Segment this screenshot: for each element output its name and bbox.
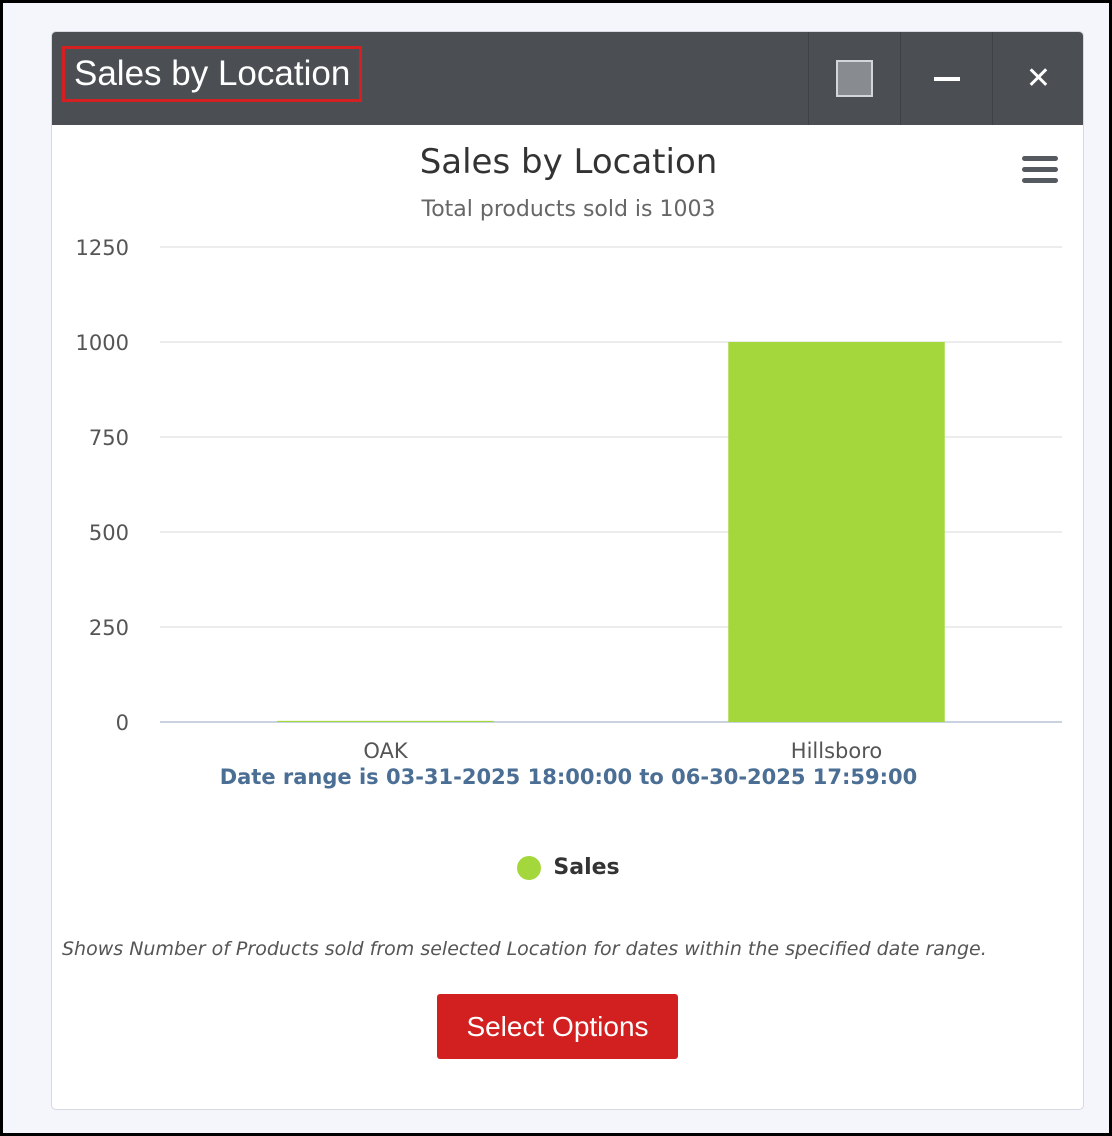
sales-widget-panel: Sales by Location ✕ Sales by Location To… — [51, 31, 1084, 1110]
date-range-caption: Date range is 03-31-2025 18:00:00 to 06-… — [219, 765, 918, 789]
close-button[interactable]: ✕ — [992, 32, 1083, 125]
bar-chart: 0 250 500 750 1000 1250 OAK Hillsboro — [76, 236, 1062, 763]
legend-label: Sales — [553, 855, 620, 880]
y-tick-label: 1000 — [76, 331, 129, 355]
x-tick-label: OAK — [363, 739, 409, 763]
chart-legend[interactable]: Sales — [52, 855, 1083, 880]
bar-hillsboro[interactable] — [728, 342, 945, 722]
y-tick-label: 0 — [116, 711, 129, 735]
x-tick-label: Hillsboro — [791, 739, 882, 763]
close-icon: ✕ — [1025, 60, 1052, 96]
panel-titlebar: Sales by Location ✕ — [52, 32, 1083, 125]
y-tick-label: 500 — [89, 521, 129, 545]
y-tick-label: 250 — [89, 616, 129, 640]
select-options-button[interactable]: Select Options — [437, 994, 678, 1059]
minimize-icon — [933, 76, 960, 81]
maximize-button[interactable] — [808, 32, 900, 125]
chart-description: Shows Number of Products sold from selec… — [62, 938, 987, 960]
bar-oak[interactable] — [277, 720, 494, 722]
square-icon — [836, 60, 873, 97]
y-tick-label: 1250 — [76, 236, 129, 260]
minimize-button[interactable] — [900, 32, 992, 125]
legend-marker — [517, 855, 542, 880]
panel-title: Sales by Location — [62, 46, 363, 102]
y-tick-label: 750 — [89, 426, 129, 450]
